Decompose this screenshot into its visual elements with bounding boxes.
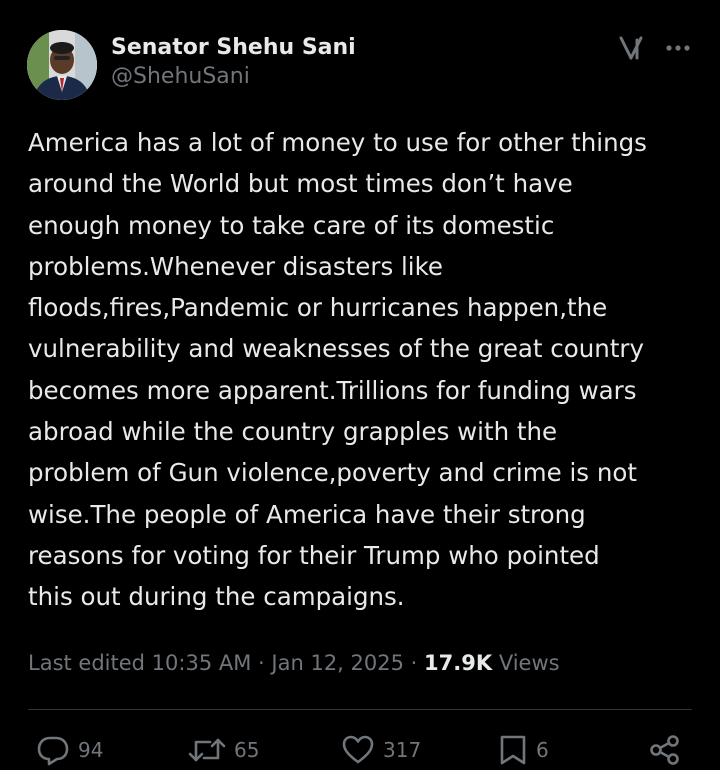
bookmark-count: 6 bbox=[536, 738, 549, 762]
avatar[interactable] bbox=[27, 30, 97, 100]
like-button[interactable]: 317 bbox=[341, 730, 421, 770]
tweet-header: Senator Shehu Sani @ShehuSani bbox=[27, 30, 693, 102]
tweet-card: Senator Shehu Sani @ShehuSani America ha… bbox=[0, 0, 720, 770]
repost-button[interactable]: 65 bbox=[188, 730, 259, 770]
more-icon[interactable] bbox=[663, 36, 693, 60]
meta-separator: · bbox=[410, 651, 418, 675]
views-label: Views bbox=[498, 651, 560, 675]
like-count: 317 bbox=[383, 738, 422, 762]
edited-timestamp[interactable]: Last edited 10:35 AM bbox=[28, 651, 251, 675]
repost-count: 65 bbox=[234, 738, 260, 762]
author-display-name[interactable]: Senator Shehu Sani bbox=[111, 34, 356, 62]
action-bar: 94 65 317 6 bbox=[0, 730, 720, 770]
share-button[interactable] bbox=[648, 730, 682, 770]
meta-separator: · bbox=[258, 651, 265, 675]
divider bbox=[28, 709, 692, 710]
avatar-image bbox=[27, 30, 97, 100]
bookmark-icon bbox=[500, 735, 526, 765]
bookmark-button[interactable]: 6 bbox=[498, 730, 549, 770]
views-count[interactable]: 17.9K bbox=[424, 651, 492, 675]
post-meta: Last edited 10:35 AM · Jan 12, 2025 · 17… bbox=[28, 648, 560, 678]
post-date[interactable]: Jan 12, 2025 bbox=[271, 651, 404, 675]
reply-count: 94 bbox=[78, 738, 104, 762]
retweet-icon bbox=[188, 738, 226, 762]
share-icon bbox=[650, 735, 679, 765]
grok-icon[interactable] bbox=[617, 34, 645, 62]
reply-button[interactable]: 94 bbox=[36, 730, 103, 770]
reply-icon bbox=[37, 736, 69, 766]
heart-icon bbox=[342, 735, 374, 764]
author-handle[interactable]: @ShehuSani bbox=[111, 62, 356, 92]
author-names: Senator Shehu Sani @ShehuSani bbox=[111, 34, 356, 92]
post-text: America has a lot of money to use for ot… bbox=[28, 128, 647, 612]
